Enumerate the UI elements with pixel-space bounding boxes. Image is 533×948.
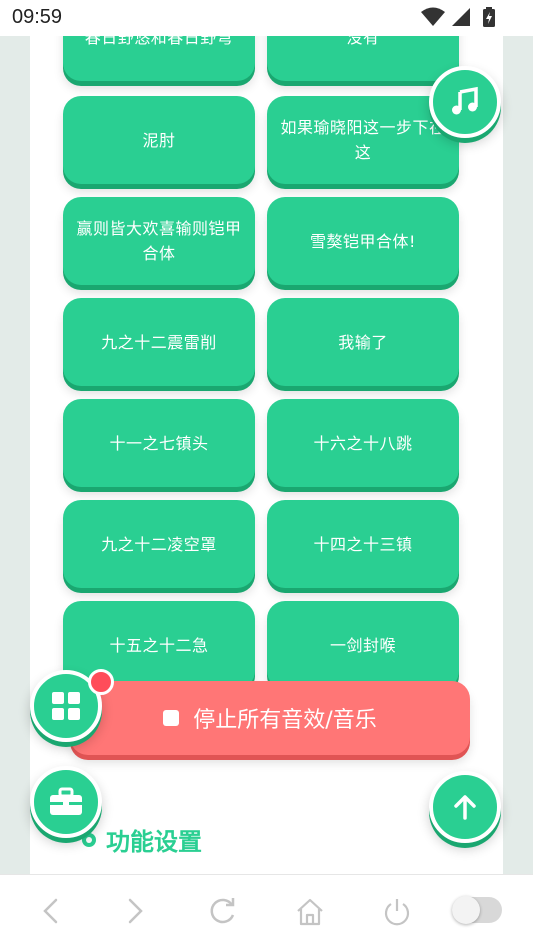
- cellular-signal-icon: [452, 8, 470, 26]
- stop-all-label: 停止所有音效/音乐: [193, 708, 377, 733]
- settings-title-text: 功能设置: [106, 828, 202, 856]
- forward-icon[interactable]: [124, 897, 146, 925]
- sound-button[interactable]: 九之十二震雷削: [63, 298, 255, 386]
- notification-badge: [88, 669, 114, 695]
- sound-button[interactable]: 赢则皆大欢喜输则铠甲合体: [63, 197, 255, 285]
- power-icon[interactable]: [382, 897, 412, 927]
- settings-section-title: 功能设置: [78, 822, 202, 857]
- reload-icon[interactable]: [208, 897, 238, 925]
- sound-button[interactable]: 十四之十三镇: [267, 500, 459, 588]
- sound-button[interactable]: 我输了: [267, 298, 459, 386]
- sound-button[interactable]: 雪獒铠甲合体!: [267, 197, 459, 285]
- toggle-knob: [452, 896, 480, 924]
- wifi-icon: [421, 7, 445, 26]
- toggle-switch[interactable]: [452, 896, 502, 924]
- back-icon[interactable]: [40, 897, 62, 925]
- home-icon[interactable]: [295, 897, 325, 927]
- sound-button[interactable]: 十一之七镇头: [63, 399, 255, 487]
- arrow-up-icon: [454, 795, 476, 820]
- status-bar: 09:59: [0, 0, 533, 36]
- sound-button[interactable]: 没有: [267, 36, 459, 81]
- status-time: 09:59: [12, 6, 63, 28]
- stop-all-button[interactable]: 停止所有音效/音乐: [70, 681, 470, 755]
- sound-button[interactable]: 春日野悠和春日野穹: [63, 36, 255, 81]
- apps-grid-icon: [52, 692, 80, 720]
- scroll-to-top-fab[interactable]: [429, 771, 501, 843]
- sound-button[interactable]: 一剑封喉: [267, 601, 459, 689]
- sound-button[interactable]: 九之十二凌空罩: [63, 500, 255, 588]
- toolbox-fab[interactable]: [30, 766, 102, 838]
- sound-button[interactable]: 十六之十八跳: [267, 399, 459, 487]
- sound-button[interactable]: 泥肘: [63, 96, 255, 184]
- music-note-icon: [452, 86, 478, 115]
- battery-icon: [483, 7, 495, 27]
- stop-icon: [163, 710, 180, 726]
- music-fab[interactable]: [429, 66, 501, 138]
- toolbox-icon: [50, 787, 82, 815]
